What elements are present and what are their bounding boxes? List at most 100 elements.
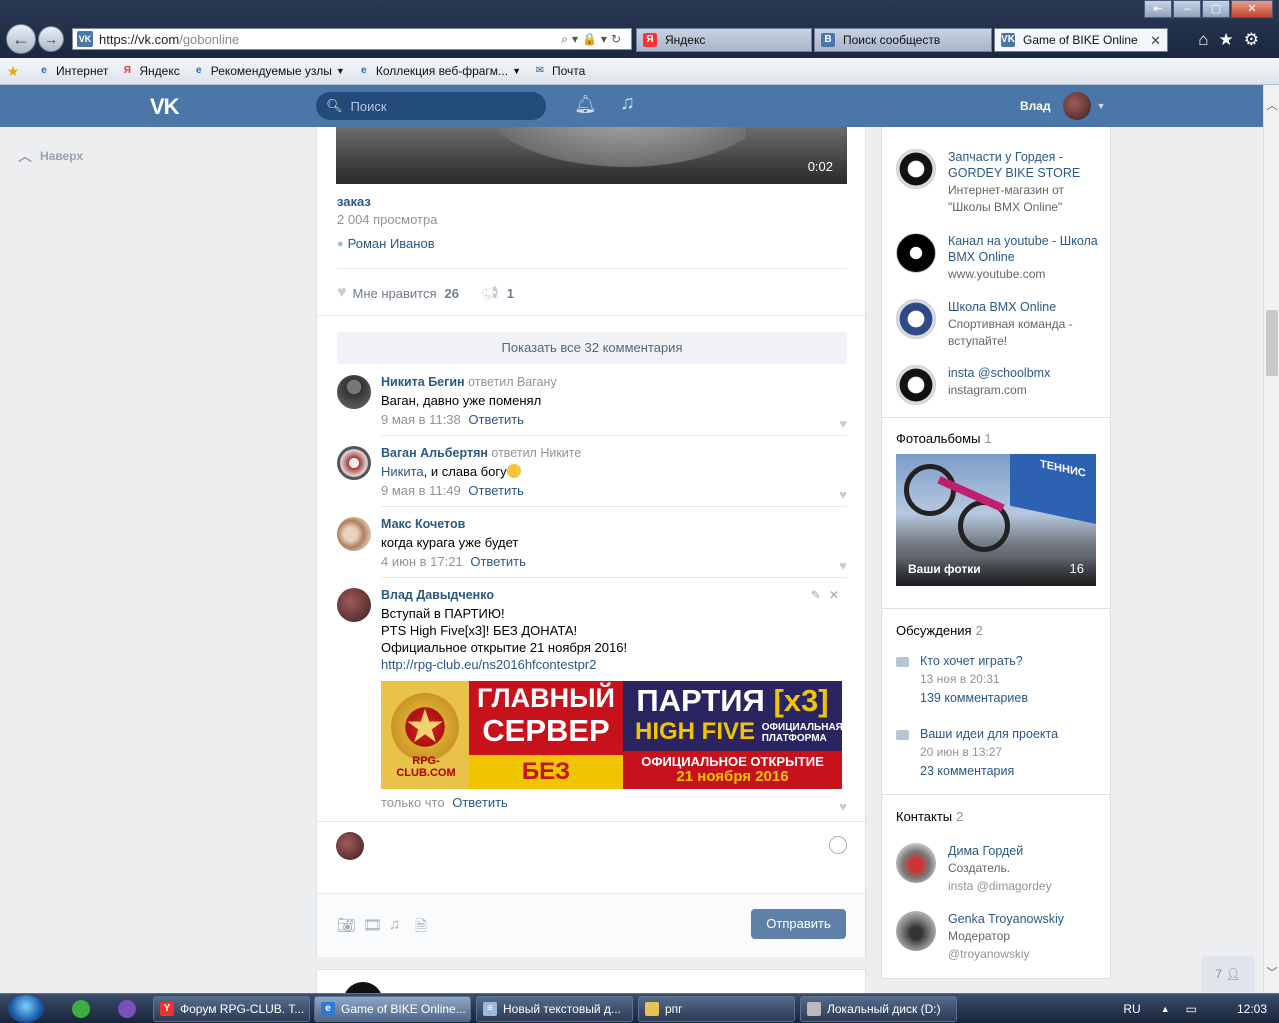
fav-webslices[interactable]: e Коллекция веб-фрагм... ▼ (357, 64, 521, 78)
gear-icon[interactable]: ⚙ (1244, 30, 1269, 49)
camera-icon[interactable]: 📷︎ (337, 916, 356, 934)
address-bar[interactable]: VK https://vk.com/gobonline ⌕▾🔒▾↻ (72, 28, 632, 50)
fav-mail[interactable]: ✉ Почта (533, 64, 586, 78)
heart-icon[interactable]: ♥ (839, 799, 847, 814)
avatar[interactable] (337, 446, 371, 480)
close-window-icon[interactable]: ✕ (1231, 0, 1273, 18)
show-all-comments-button[interactable]: Показать все 32 комментария (337, 332, 847, 364)
scrollbar-thumb[interactable] (1266, 310, 1278, 376)
comment-date[interactable]: 9 мая в 11:38 (381, 412, 461, 427)
scroll-down-icon[interactable]: ﹀ (1264, 964, 1279, 980)
link-item[interactable]: Канал на youtube - Школа BMX Online www.… (896, 233, 1106, 281)
comment-replied-to[interactable]: ответил Вагану (468, 375, 557, 389)
comment-date[interactable]: 4 июн в 17:21 (381, 554, 463, 569)
tab-close-icon[interactable]: ✕ (1150, 33, 1161, 49)
comment-author[interactable]: Никита Бегин (381, 375, 465, 389)
ie-icon: e (361, 65, 367, 76)
contacts-heading[interactable]: Контакты 2 (882, 809, 963, 824)
taskbar-item[interactable]: Y Форум RPG-CLUB. T... (153, 996, 310, 1022)
clock[interactable]: 12:03 (1237, 1002, 1267, 1016)
music-icon[interactable]: ♫ (620, 92, 635, 115)
tab-yandex[interactable]: Я Яндекс (636, 28, 812, 52)
bell-icon[interactable]: 🔔︎ (574, 94, 597, 115)
maximize-icon[interactable]: ▢ (1202, 0, 1230, 18)
video-thumbnail[interactable]: 0:02 (336, 127, 847, 184)
tab-community-search[interactable]: B Поиск сообществ (814, 28, 992, 52)
window-controls: ⇤ – ▢ ✕ (1143, 0, 1273, 18)
contact-item[interactable]: Genka Troyanowskiy Модератор @troyanowsk… (896, 911, 1106, 965)
comment-link[interactable]: http://rpg-club.eu/ns2016hfcontestpr2 (381, 656, 847, 673)
taskbar-item[interactable]: e Game of BIKE Online... (314, 996, 471, 1022)
discussion-item[interactable]: Кто хочет играть? 13 ноя в 20:31 139 ком… (896, 653, 1106, 715)
album-cover[interactable]: ТЕННИС Ваши фотки 16 (896, 454, 1096, 586)
video-author-link[interactable]: ● Роман Иванов (337, 236, 435, 251)
user-menu[interactable]: Влад ▼ (1020, 92, 1106, 120)
mention-link[interactable]: Никита (381, 464, 424, 479)
heart-icon[interactable]: ♥ (839, 558, 847, 573)
share-icon[interactable]: 📢︎ (481, 285, 499, 302)
tab-game-of-bike[interactable]: VK Game of BIKE Online ✕ (994, 28, 1168, 52)
back-icon[interactable]: ← (6, 24, 36, 54)
discussions-heading[interactable]: Обсуждения 2 (882, 623, 983, 638)
comment-author[interactable]: Макс Кочетов (381, 517, 465, 531)
yandex-icon: Я (643, 33, 657, 47)
link-item[interactable]: Запчасти у Гордея - GORDEY BIKE STORE Ин… (896, 149, 1106, 214)
reply-button[interactable]: Ответить (468, 483, 524, 498)
comment-author[interactable]: Влад Давыдченко (381, 588, 494, 602)
taskbar-item[interactable]: Локальный диск (D:) (800, 996, 957, 1022)
fav-recommended[interactable]: e Рекомендуемые узлы ▼ (192, 64, 345, 78)
avatar[interactable] (337, 588, 371, 622)
scroll-up-icon[interactable]: ︿ (1264, 97, 1279, 113)
restore-icon[interactable]: ⇤ (1144, 0, 1172, 18)
star-icon[interactable]: ★ (1219, 30, 1244, 49)
start-button[interactable] (8, 995, 44, 1023)
emoji-icon[interactable] (829, 836, 847, 854)
home-icon[interactable]: ⌂ (1198, 30, 1218, 49)
video-title[interactable]: заказ (337, 194, 371, 209)
heart-icon[interactable]: ♥ (839, 487, 847, 502)
tray-expand-icon[interactable]: ▲ (1161, 1004, 1170, 1014)
link-item[interactable]: insta @schoolbmx instagram.com (896, 365, 1106, 409)
contact-item[interactable]: Дима Гордей Создатель. insta @dimagordey (896, 843, 1106, 897)
reply-button[interactable]: Ответить (468, 412, 524, 427)
contacts-block: Контакты 2 Дима Гордей Создатель. insta @… (881, 795, 1111, 979)
search-input[interactable]: 🔍︎ Поиск (316, 92, 546, 120)
back-to-top-link[interactable]: ︿ Наверх (18, 146, 83, 166)
reply-button[interactable]: Ответить (470, 554, 526, 569)
video-icon[interactable]: 🎞︎ (363, 916, 382, 934)
fav-internet[interactable]: e Интернет (37, 64, 108, 78)
comment-date[interactable]: 9 мая в 11:49 (381, 483, 461, 498)
link-item[interactable]: Школа BMX Online Спортивная команда - вс… (896, 299, 1106, 348)
albums-heading[interactable]: Фотоальбомы 1 (882, 431, 992, 446)
language-indicator[interactable]: RU (1123, 1002, 1140, 1016)
like-label[interactable]: Мне нравится (353, 286, 437, 301)
avatar[interactable] (337, 517, 371, 551)
avatar[interactable] (337, 375, 371, 409)
viber-icon[interactable] (118, 1000, 136, 1018)
network-icon[interactable]: ▭ (1186, 1002, 1197, 1016)
document-icon[interactable]: 🗎 (415, 916, 427, 941)
vk-logo-icon[interactable]: VK (150, 94, 180, 120)
music-icon[interactable]: ♫ (389, 916, 400, 933)
fav-yandex[interactable]: Я Яндекс (120, 64, 180, 78)
heart-icon[interactable]: ♥ (839, 416, 847, 431)
utorrent-icon[interactable] (72, 1000, 90, 1018)
send-button[interactable]: Отправить (751, 909, 846, 939)
comment-date[interactable]: только что (381, 795, 445, 810)
taskbar-item[interactable]: ≡ Новый текстовый д... (476, 996, 633, 1022)
forward-icon[interactable]: → (38, 26, 64, 52)
reply-button[interactable]: Ответить (452, 795, 508, 810)
heart-icon[interactable]: ♥ (337, 284, 347, 302)
comment-input[interactable] (317, 821, 865, 893)
notepad-icon: ≡ (483, 1002, 497, 1016)
favorites-star-icon[interactable]: ★ (6, 64, 25, 78)
address-tools-icon[interactable]: ⌕▾🔒▾↻ (561, 32, 631, 47)
taskbar-item[interactable]: рпг (638, 996, 795, 1022)
minimize-icon[interactable]: – (1173, 0, 1201, 18)
banner-image[interactable]: RPG-CLUB.COM ГЛАВНЫЙ СЕРВЕР БЕЗ ДОНАТА П… (381, 681, 842, 789)
page-scrollbar[interactable]: ︿ ﹀ (1263, 85, 1279, 992)
comment-replied-to[interactable]: ответил Никите (491, 446, 581, 460)
comment-author[interactable]: Ваган Альбертян (381, 446, 488, 460)
discussion-item[interactable]: Ваши идеи для проекта 20 июн в 13:27 23 … (896, 726, 1106, 788)
online-friends-button[interactable]: 7 👤︎ (1201, 956, 1255, 992)
